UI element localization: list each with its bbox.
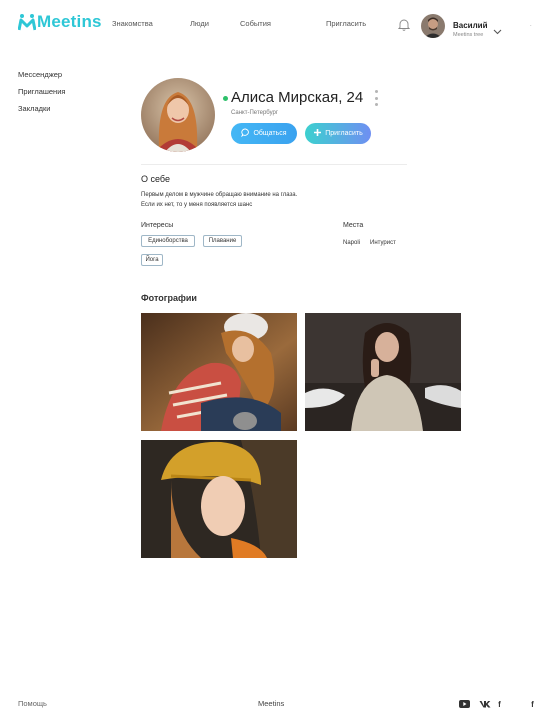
nav-dating[interactable]: Знакомства [112, 19, 153, 28]
vk-icon[interactable] [478, 699, 491, 709]
invite-button-label: Пригласить [325, 130, 363, 137]
photo-thumbnail[interactable] [305, 313, 461, 431]
sidebar-item-messenger[interactable]: Мессенджер [18, 70, 65, 79]
extra-social-icon[interactable]: f [529, 699, 536, 709]
places-title: Места [343, 222, 364, 229]
chevron-down-icon[interactable] [493, 22, 502, 35]
logo-people-icon [18, 13, 36, 31]
chat-button[interactable]: Общаться [231, 123, 297, 144]
facebook-icon[interactable]: f [496, 699, 503, 709]
invite-button[interactable]: Пригласить [305, 123, 371, 144]
header-dot: . [530, 22, 532, 28]
interest-tag[interactable]: Плавание [203, 235, 242, 247]
about-text: Первым делом в мужчине обращаю внимание … [141, 190, 341, 210]
sidebar-item-invitations[interactable]: Приглашения [18, 87, 65, 96]
profile-name: Алиса Мирская, 24 [231, 89, 364, 106]
interest-tag[interactable]: Йога [141, 254, 163, 266]
more-options-icon[interactable] [373, 90, 379, 106]
profile-city: Санкт-Петербург [231, 110, 279, 116]
divider [141, 164, 407, 165]
interest-tag[interactable]: Единоборства [141, 235, 195, 247]
header: Meetins Знакомства Люди События Пригласи… [0, 0, 559, 48]
chat-bubble-icon [241, 128, 250, 139]
profile-avatar[interactable] [141, 78, 215, 152]
nav-people[interactable]: Люди [190, 19, 209, 28]
place-item[interactable]: Интурист [370, 240, 396, 246]
photos-title: Фотографии [141, 293, 197, 303]
sidebar: Мессенджер Приглашения Закладки [18, 70, 65, 121]
youtube-icon[interactable] [458, 699, 470, 709]
bell-icon[interactable] [397, 18, 411, 31]
place-item[interactable]: Napoli [343, 240, 360, 246]
about-title: О себе [141, 174, 170, 184]
logo-text: Meetins [37, 12, 102, 31]
nav-events[interactable]: События [240, 19, 271, 28]
online-indicator [223, 96, 228, 101]
logo[interactable]: Meetins [18, 12, 102, 32]
photo-thumbnail[interactable] [141, 440, 297, 558]
user-avatar[interactable] [421, 14, 445, 38]
chat-button-label: Общаться [253, 130, 287, 137]
sidebar-item-bookmarks[interactable]: Закладки [18, 104, 65, 113]
nav-invite[interactable]: Пригласить [326, 19, 366, 28]
about-line: Если их нет, то у меня появляется шанс [141, 202, 253, 208]
about-line: Первым делом в мужчине обращаю внимание … [141, 192, 298, 198]
photo-thumbnail[interactable] [141, 313, 297, 431]
interests-title: Интересы [141, 222, 174, 229]
user-name[interactable]: Василий [453, 21, 488, 30]
footer-brand: Meetins [258, 699, 285, 708]
plus-icon [313, 128, 322, 139]
footer-help-link[interactable]: Помощь [18, 699, 47, 708]
user-subtitle: Meetins tree [453, 32, 484, 38]
